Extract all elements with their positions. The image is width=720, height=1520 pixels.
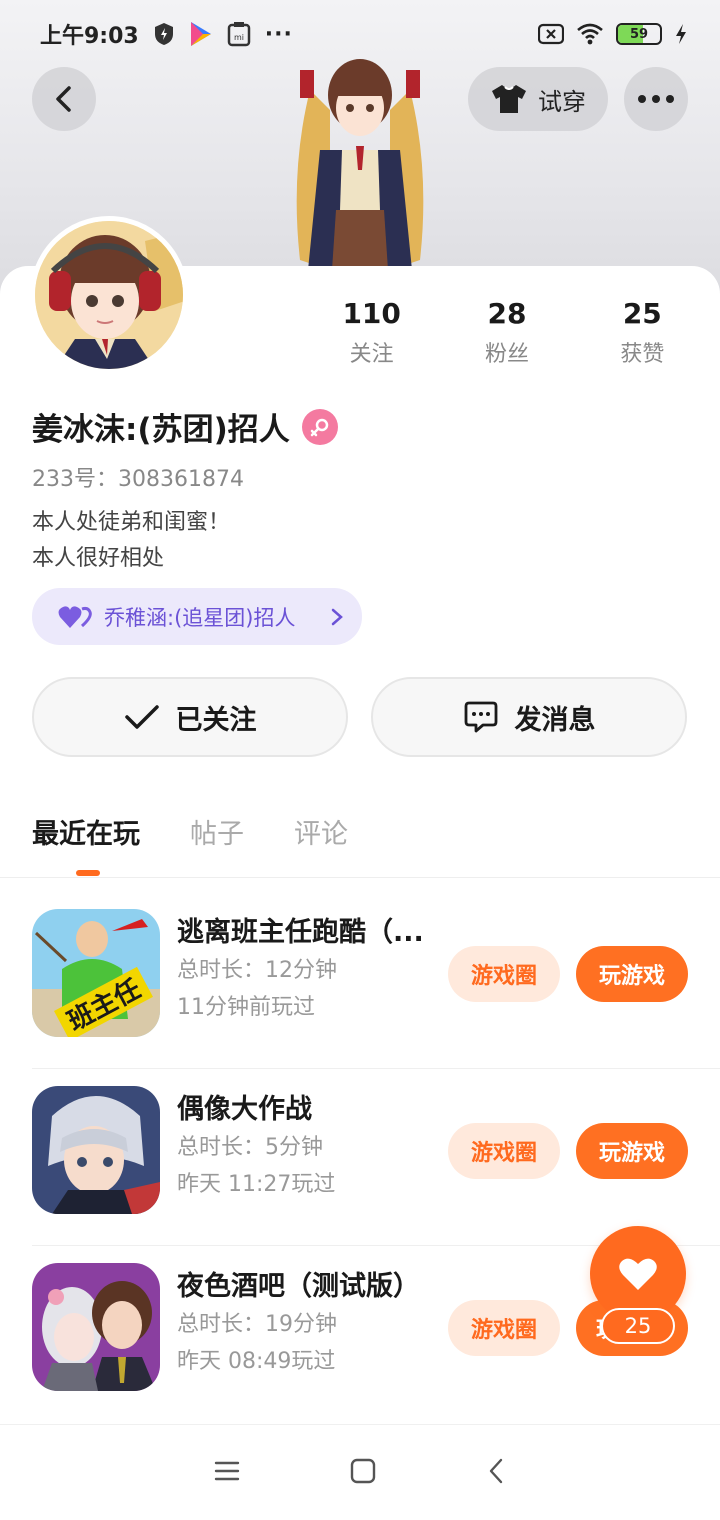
send-message-label: 发消息 [514,704,596,736]
try-on-label: 试穿 [538,87,586,116]
stat-fans[interactable]: 28 粉丝 [439,296,574,368]
send-message-button[interactable]: 发消息 [371,677,687,757]
play-store-icon [189,21,213,47]
heart-icon [619,1258,657,1290]
active-tab-indicator [76,870,100,876]
game-title: 逃离班主任跑酷（... [177,917,424,948]
more-options-button[interactable] [624,67,688,131]
game-last-played: 11分钟前玩过 [177,995,315,1020]
status-bar: 上午9:03 mi ··· 59 [0,0,720,68]
game-circle-button[interactable]: 游戏圈 [448,1300,560,1356]
game-last-played: 昨天 11:27玩过 [177,1172,336,1197]
chevron-left-icon [56,86,71,112]
stat-likes-label: 获赞 [620,342,665,367]
shield-icon [153,22,175,46]
relation-label: 乔稚涵:(追星团)招人 [104,605,296,630]
game-last-played: 昨天 08:49玩过 [177,1349,336,1374]
home-square-icon [350,1458,376,1483]
chevron-right-icon [331,608,343,625]
stat-following-count: 110 [342,297,401,330]
game-info: 逃离班主任跑酷（... 总时长：12分钟 11分钟前玩过 [177,914,437,1026]
tab-recently-played[interactable]: 最近在玩 [32,812,140,851]
status-time: 上午9:03 [40,24,139,49]
game-info: 夜色酒吧（测试版） 总时长：19分钟 昨天 08:49玩过 [177,1268,437,1380]
game-title: 夜色酒吧（测试版） [177,1271,420,1302]
game-icon [32,1086,160,1214]
game-circle-button[interactable]: 游戏圈 [448,946,560,1002]
battery-indicator: 59 [616,23,662,45]
svg-text:mi: mi [234,33,244,42]
mi-app-icon: mi [227,21,251,47]
play-game-button[interactable]: 玩游戏 [576,1123,688,1179]
check-icon [124,705,159,729]
bio-line-1: 本人处徒弟和闺蜜！ [32,510,231,535]
game-duration: 总时长：5分钟 [177,1135,323,1160]
game-row[interactable]: 偶像大作战 总时长：5分钟 昨天 11:27玩过 游戏圈 玩游戏 [32,1069,720,1246]
name-row: 姜冰沫:(苏团)招人 [32,404,338,449]
stat-fans-count: 28 [487,297,527,330]
status-more-dots: ··· [264,21,293,47]
menu-nav-button[interactable] [214,1460,240,1486]
tshirt-icon [492,85,526,113]
game-icon [32,1263,160,1391]
sim-card-x-icon [538,23,564,45]
stat-likes[interactable]: 25 获赞 [575,296,710,368]
chat-bubble-icon [464,701,497,733]
profile-bio: 本人处徒弟和闺蜜！ 本人很好相处 [32,505,230,577]
game-info: 偶像大作战 总时长：5分钟 昨天 11:27玩过 [177,1091,437,1203]
game-title: 偶像大作战 [177,1094,312,1125]
female-gender-icon [301,408,338,445]
profile-name: 姜冰沫:(苏团)招人 [32,412,290,448]
home-nav-button[interactable] [350,1458,376,1488]
tab-posts[interactable]: 帖子 [190,812,244,851]
game-icon: 班主任 [32,909,160,1037]
bio-line-2: 本人很好相处 [32,546,165,571]
recent-games-list: 班主任 逃离班主任跑酷（... 总时长：12分钟 11分钟前玩过 游戏圈 玩游戏 [0,892,720,1423]
following-label: 已关注 [175,704,257,736]
play-game-button[interactable]: 玩游戏 [576,946,688,1002]
stat-following[interactable]: 110 关注 [304,296,439,368]
back-arrow-icon [489,1458,503,1483]
like-count-badge: 25 [601,1308,675,1344]
avatar[interactable] [30,216,188,374]
system-navigation-bar [0,1424,720,1520]
following-button[interactable]: 已关注 [32,677,348,757]
profile-tabs: 最近在玩 帖子 评论 [32,812,348,851]
wifi-icon [576,23,604,45]
tab-divider [0,877,720,878]
relation-chip[interactable]: 乔稚涵:(追星团)招人 [32,588,362,645]
back-nav-button[interactable] [486,1457,506,1489]
stat-likes-count: 25 [622,297,662,330]
try-on-button[interactable]: 试穿 [468,67,608,131]
tab-comments[interactable]: 评论 [294,812,348,851]
game-circle-button[interactable]: 游戏圈 [448,1123,560,1179]
more-dots-icon [638,95,674,103]
game-row[interactable]: 班主任 逃离班主任跑酷（... 总时长：12分钟 11分钟前玩过 游戏圈 玩游戏 [32,892,720,1069]
back-button[interactable] [32,67,96,131]
double-heart-icon [58,605,92,628]
profile-stats: 110 关注 28 粉丝 25 获赞 [304,296,710,368]
charging-icon [674,23,688,45]
game-duration: 总时长：19分钟 [177,1312,337,1337]
avatar-image [35,221,183,369]
stat-following-label: 关注 [349,342,394,367]
game-duration: 总时长：12分钟 [177,958,337,983]
stat-fans-label: 粉丝 [484,342,529,367]
user-id: 233号：308361874 [32,467,244,492]
hamburger-icon [214,1461,240,1480]
character-figure [296,59,424,300]
